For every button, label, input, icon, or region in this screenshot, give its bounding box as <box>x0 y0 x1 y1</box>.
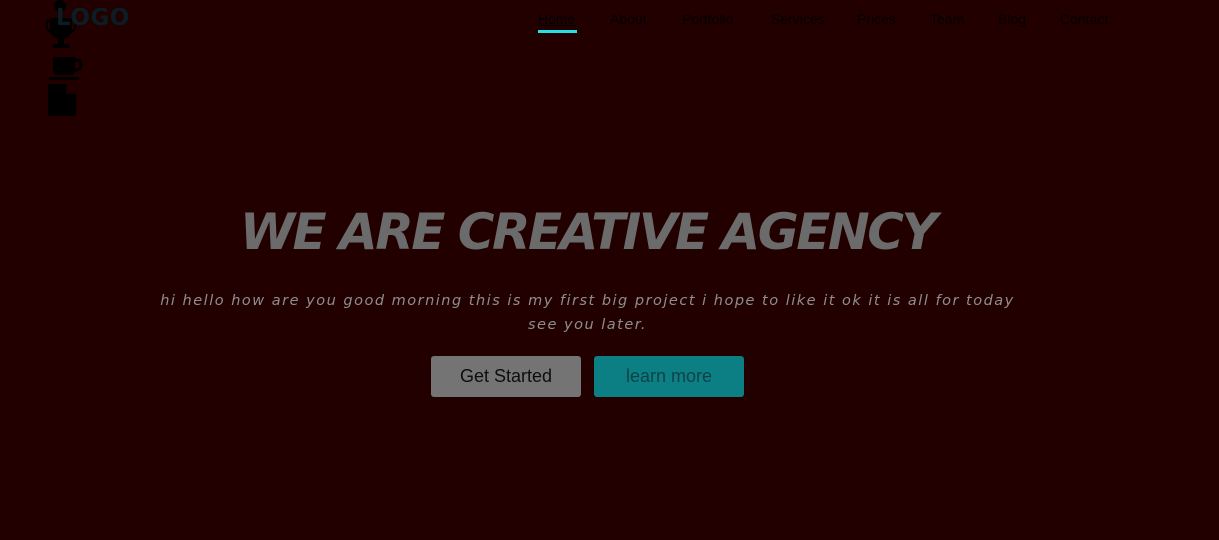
nav-item-services[interactable]: Services <box>771 11 825 27</box>
nav-item-contact[interactable]: Contact <box>1060 11 1108 27</box>
hero-subtitle: hi hello how are you good morning this i… <box>160 293 1015 333</box>
active-nav-indicator <box>538 30 577 33</box>
get-started-button[interactable]: Get Started <box>431 356 581 397</box>
nav-item-blog[interactable]: Blog <box>998 11 1026 27</box>
nav-item-team[interactable]: Team <box>930 11 964 27</box>
hero-title: WE ARE CREATIVE AGENCY <box>239 203 938 261</box>
nav-item-prices[interactable]: Prices <box>857 11 896 27</box>
nav-item-home[interactable]: Home <box>538 11 575 27</box>
document-icon <box>48 84 76 116</box>
nav-item-portfolio[interactable]: Portfolio <box>682 11 733 27</box>
nav-item-about[interactable]: About <box>610 11 647 27</box>
coffee-cup-icon <box>49 57 83 80</box>
learn-more-button[interactable]: learn more <box>594 356 744 397</box>
main-nav: Home About Portfolio Services Prices Tea… <box>0 11 1219 35</box>
logo[interactable]: LOGO <box>56 5 130 31</box>
